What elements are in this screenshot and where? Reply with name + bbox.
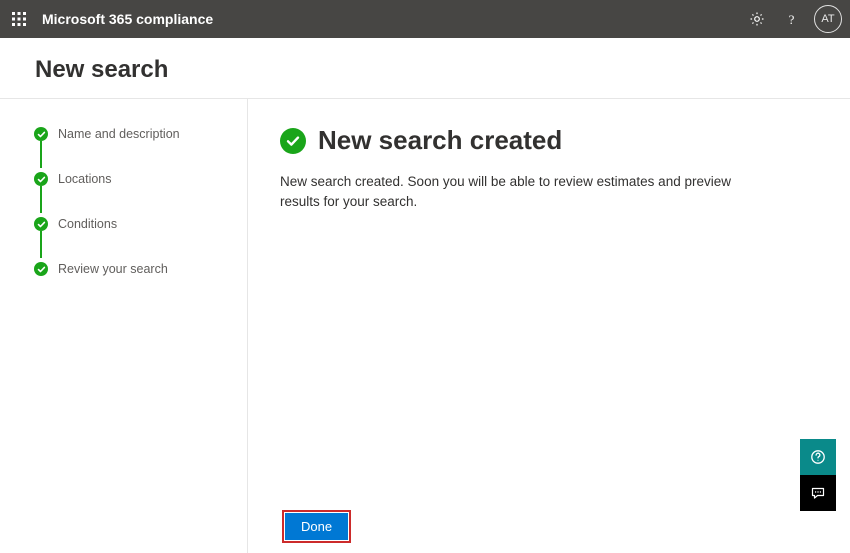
checkmark-icon [34, 262, 48, 276]
floating-actions [800, 439, 836, 511]
avatar[interactable]: AT [814, 5, 842, 33]
done-highlight: Done [282, 510, 351, 543]
floating-feedback-button[interactable] [800, 475, 836, 511]
step-label: Locations [58, 172, 112, 186]
top-bar: Microsoft 365 compliance ? AT [0, 0, 850, 38]
checkmark-icon [34, 172, 48, 186]
step-name-and-description[interactable]: Name and description [34, 123, 231, 145]
wizard-steps-sidebar: Name and description Locations Condition… [0, 99, 248, 553]
result-body: New search created. Soon you will be abl… [280, 172, 760, 211]
footer: Done [0, 498, 850, 553]
step-review-your-search[interactable]: Review your search [34, 258, 231, 280]
svg-text:?: ? [788, 12, 794, 27]
step-label: Review your search [58, 262, 168, 276]
success-icon [280, 128, 306, 154]
help-icon[interactable]: ? [776, 4, 806, 34]
result-title: New search created [318, 125, 562, 156]
step-conditions[interactable]: Conditions [34, 213, 231, 235]
step-label: Conditions [58, 217, 117, 231]
checkmark-icon [34, 127, 48, 141]
brand-title: Microsoft 365 compliance [42, 11, 213, 27]
avatar-initials: AT [821, 13, 834, 25]
gear-icon[interactable] [742, 4, 772, 34]
page-title: New search [0, 38, 850, 98]
app-launcher-icon[interactable] [6, 6, 32, 32]
content-area: Name and description Locations Condition… [0, 98, 850, 553]
step-locations[interactable]: Locations [34, 168, 231, 190]
floating-help-button[interactable] [800, 439, 836, 475]
step-label: Name and description [58, 127, 180, 141]
checkmark-icon [34, 217, 48, 231]
done-button[interactable]: Done [285, 513, 348, 540]
main-panel: New search created New search created. S… [248, 99, 850, 553]
